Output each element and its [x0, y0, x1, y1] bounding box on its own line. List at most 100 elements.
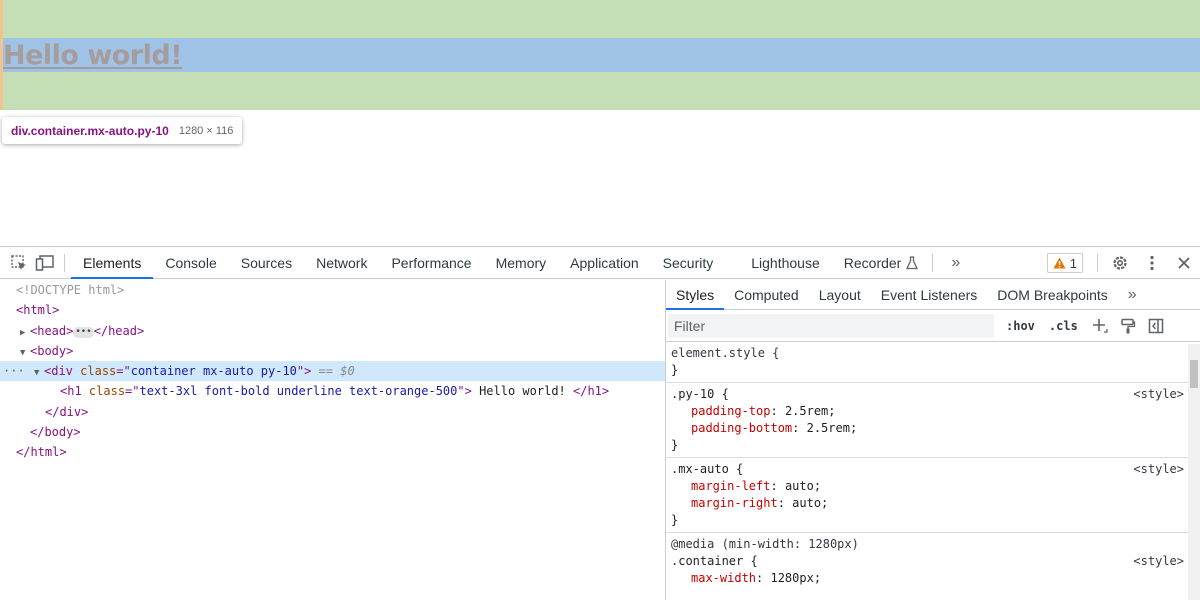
collapsed-ellipsis-icon[interactable]: ••• [73, 326, 94, 338]
doctype-text: <!DOCTYPE html> [16, 283, 125, 297]
head-close-tag: </head> [93, 323, 145, 338]
tab-recorder-label: Recorder [843, 254, 902, 271]
subtab-styles[interactable]: Styles [666, 280, 725, 310]
scrollbar-thumb[interactable] [1190, 360, 1198, 388]
rule-selector: .py-10 { [671, 387, 729, 401]
more-subtabs-button[interactable]: » [1118, 280, 1147, 310]
rule-source-link[interactable]: <style> [1133, 386, 1184, 403]
rule-py-10[interactable]: <style> .py-10 { padding-top: 2.5rem; pa… [666, 383, 1200, 458]
collapse-triangle-icon[interactable]: ▼ [34, 363, 44, 383]
subtab-computed[interactable]: Computed [724, 280, 809, 310]
property-value: auto; [784, 479, 822, 493]
dom-body-node[interactable]: ▼ <body> [0, 341, 665, 361]
cls-toggle[interactable]: .cls [1049, 319, 1078, 333]
more-tabs-button[interactable]: » [939, 247, 972, 279]
collapse-triangle-icon[interactable]: ▼ [20, 343, 30, 363]
rule-element-style[interactable]: element.style { } [666, 342, 1200, 383]
dom-html-node[interactable]: <html> [0, 300, 665, 320]
devtools-right-controls: 1 [1046, 247, 1200, 279]
rule-selector: .mx-auto { [671, 462, 744, 476]
rule-selector: .container { [671, 554, 758, 568]
paint-roller-icon[interactable] [1114, 312, 1142, 340]
subtab-layout[interactable]: Layout [809, 280, 871, 310]
hov-toggle[interactable]: :hov [1006, 319, 1035, 333]
selected-marker: == $0 [318, 364, 355, 379]
toolbar-divider [932, 253, 934, 272]
hello-heading: Hello world! [3, 40, 183, 71]
property-value: 2.5rem; [806, 421, 858, 435]
node-actions-icon[interactable]: ··· [3, 361, 25, 381]
css-property[interactable]: margin-right: auto; [671, 495, 1180, 512]
tab-memory[interactable]: Memory [484, 247, 559, 279]
warning-count: 1 [1069, 255, 1077, 271]
tab-recorder[interactable]: Recorder [832, 247, 923, 279]
css-property[interactable]: padding-top: 2.5rem; [671, 403, 1180, 420]
tooltip-selector: div.container.mx-auto.py-10 [11, 123, 169, 138]
rule-close-brace: } [671, 438, 679, 452]
head-open-tag: <head> [30, 323, 74, 338]
subtab-event-listeners[interactable]: Event Listeners [871, 280, 988, 310]
warning-icon [1053, 257, 1066, 269]
css-property[interactable]: padding-bottom: 2.5rem; [671, 420, 1180, 437]
expand-triangle-icon[interactable]: ▶ [20, 323, 30, 343]
dom-h1-node[interactable]: <h1 class="text-3xl font-bold underline … [0, 381, 665, 401]
dom-html-close[interactable]: </html> [0, 442, 665, 462]
rule-source-link[interactable]: <style> [1133, 461, 1184, 478]
rule-container[interactable]: @media (min-width: 1280px) <style> .cont… [666, 533, 1200, 590]
property-name: margin-left [691, 479, 771, 493]
kebab-menu-icon[interactable] [1136, 247, 1168, 279]
tab-console[interactable]: Console [153, 247, 228, 279]
h1-class-attr: class [88, 384, 126, 399]
h1-close-tag: h1 [587, 384, 602, 399]
css-property[interactable]: max-width: 1280px; [671, 570, 1180, 587]
device-toolbar-icon[interactable] [32, 247, 58, 279]
property-value: auto; [792, 496, 829, 510]
toolbar-divider [64, 253, 65, 272]
sidebar-toggle-icon[interactable] [1142, 312, 1170, 340]
new-style-rule-icon[interactable] [1086, 312, 1114, 340]
tab-elements[interactable]: Elements [71, 247, 154, 279]
tooltip-size: 1280 × 116 [178, 124, 234, 137]
warnings-badge[interactable]: 1 [1046, 253, 1083, 273]
body-open-tag: <body> [30, 343, 74, 358]
html-close-tag: </html> [16, 445, 67, 460]
tab-sources[interactable]: Sources [229, 247, 304, 279]
style-rules-list: element.style { } <style> .py-10 { paddi… [666, 342, 1200, 590]
div-tag-name: div [51, 364, 73, 379]
tab-security[interactable]: Security [651, 247, 726, 279]
tab-network[interactable]: Network [304, 247, 379, 279]
styles-scrollbar[interactable] [1188, 344, 1200, 600]
dom-doctype[interactable]: <!DOCTYPE html> [0, 280, 665, 300]
flask-icon [906, 255, 919, 269]
devtools-panel: Elements Console Sources Network Perform… [0, 246, 1200, 600]
dom-body-close[interactable]: </body> [0, 422, 665, 442]
div-class-attr: class [80, 364, 117, 379]
html-open-tag: <html> [16, 303, 60, 318]
styles-filter-input[interactable] [668, 313, 994, 338]
tab-lighthouse[interactable]: Lighthouse [739, 247, 832, 279]
media-query: @media (min-width: 1280px) [671, 537, 859, 551]
h1-class-value: text-3xl font-bold underline text-orange… [139, 384, 458, 399]
toolbar-divider [1097, 254, 1098, 272]
inspect-element-icon[interactable] [6, 247, 32, 279]
property-value: 1280px; [770, 571, 822, 585]
dom-div-node-selected[interactable]: ··· ▼ <div class="container mx-auto py-10"… [0, 361, 665, 383]
dom-div-close[interactable]: </div> [0, 402, 665, 422]
styles-filter-bar: :hov .cls [666, 310, 1200, 342]
settings-gear-icon[interactable] [1104, 247, 1136, 279]
devtools-tabbar: Elements Console Sources Network Perform… [0, 247, 1200, 279]
tab-performance[interactable]: Performance [379, 247, 483, 279]
div-class-value: container mx-auto py-10 [130, 364, 297, 379]
page-viewport: Hello world! div.container.mx-auto.py-10… [0, 0, 1200, 246]
dom-head-node[interactable]: ▶ <head> ••• </head> [0, 321, 665, 341]
body-close-tag: </body> [30, 425, 81, 440]
h1-tag-name: h1 [67, 384, 82, 399]
close-icon[interactable] [1168, 247, 1200, 279]
padding-overlay-top [0, 0, 1200, 38]
css-property[interactable]: margin-left: auto; [671, 478, 1180, 495]
rule-mx-auto[interactable]: <style> .mx-auto { margin-left: auto; ma… [666, 458, 1200, 533]
subtab-dom-breakpoints[interactable]: DOM Breakpoints [987, 280, 1117, 310]
rule-source-link[interactable]: <style> [1133, 553, 1184, 570]
styles-pane: Styles Computed Layout Event Listeners D… [665, 280, 1200, 600]
tab-application[interactable]: Application [558, 247, 651, 279]
